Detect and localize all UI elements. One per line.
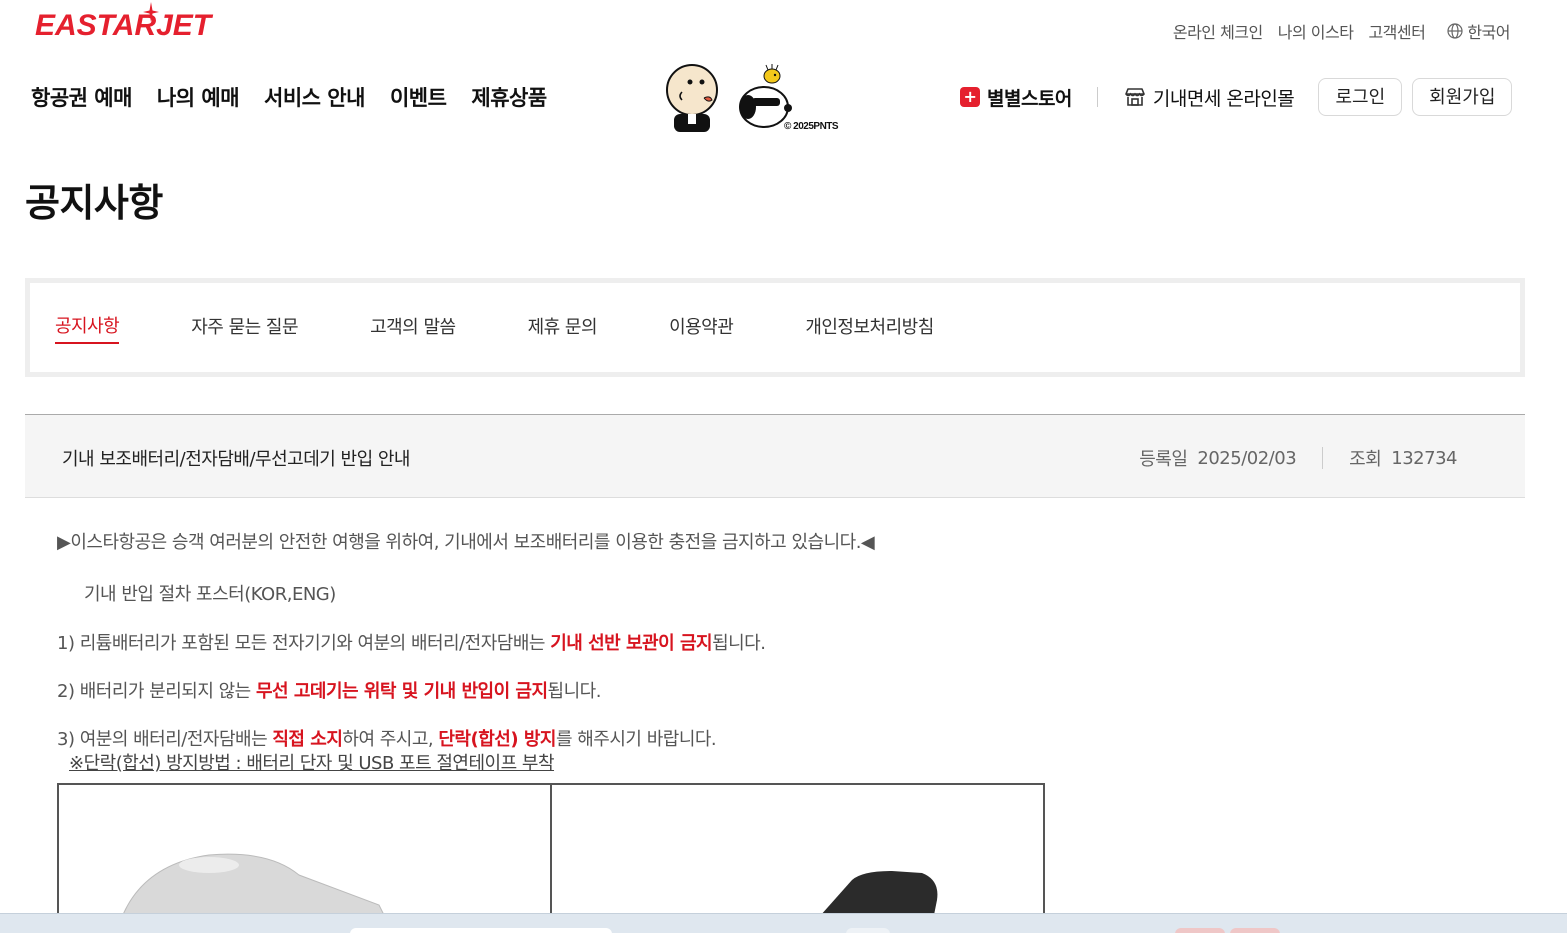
rule-item-1: 1) 리튬배터리가 포함된 모든 전자기기와 여분의 배터리/전자담배는 기내 … xyxy=(57,629,766,655)
rule-2-highlight: 무선 고데기는 위탁 및 기내 반입이 금지 xyxy=(255,681,548,702)
dutyfree-mall-link[interactable]: 기내면세 온라인몰 xyxy=(1123,84,1295,111)
eastar-jet-logo[interactable]: EASTARJET xyxy=(35,2,212,46)
post-meta: 등록일 2025/02/03 조회 132734 xyxy=(1139,445,1457,471)
nav-divider xyxy=(1096,87,1098,107)
intro-text: ▶이스타항공은 승객 여러분의 안전한 여행을 위하여, 기내에서 보조배터리를… xyxy=(57,532,875,553)
util-link-my-eastar[interactable]: 나의 이스타 xyxy=(1278,19,1354,43)
star-store-label: 별별스토어 xyxy=(987,87,1072,110)
views-label: 조회 xyxy=(1349,449,1382,470)
rule-2-suffix: 됩니다. xyxy=(547,681,602,702)
taskbar-app[interactable] xyxy=(1175,928,1225,933)
mascot-copyright: © 2025PNTS xyxy=(784,121,839,132)
main-nav: 항공권 예매 나의 예매 서비스 안내 이벤트 제휴상품 xyxy=(31,82,547,112)
post-title: 기내 보조배터리/전자담배/무선고데기 반입 안내 xyxy=(62,449,411,470)
tab-privacy[interactable]: 개인정보처리방침 xyxy=(805,313,934,343)
image-cell-right xyxy=(550,785,1043,923)
post-views: 132734 xyxy=(1391,447,1457,469)
nav-item-service-info[interactable]: 서비스 안내 xyxy=(264,82,365,112)
utility-nav: 온라인 체크인 나의 이스타 고객센터 한국어 xyxy=(1173,19,1511,43)
rule-2-text: 2) 배터리가 분리되지 않는 xyxy=(57,681,256,702)
logo-text: EASTARJET xyxy=(35,9,212,42)
util-link-online-checkin[interactable]: 온라인 체크인 xyxy=(1173,19,1263,43)
star-store-link[interactable]: + 별별스토어 xyxy=(960,84,1072,111)
logo-star-icon xyxy=(143,2,159,22)
nav-item-booking[interactable]: 항공권 예매 xyxy=(31,82,132,112)
tab-customer-voice[interactable]: 고객의 말씀 xyxy=(370,313,456,343)
tab-partnership[interactable]: 제휴 문의 xyxy=(528,313,598,343)
language-selector[interactable]: 한국어 xyxy=(1447,19,1510,43)
tab-terms[interactable]: 이용약관 xyxy=(669,313,734,343)
image-cell-left xyxy=(59,785,550,923)
store-icon xyxy=(1125,88,1145,106)
dutyfree-label: 기내면세 온라인몰 xyxy=(1152,87,1295,110)
battery-tape-image xyxy=(813,871,938,923)
globe-icon xyxy=(1447,23,1463,39)
post-header: 기내 보조배터리/전자담배/무선고데기 반입 안내 등록일 2025/02/03… xyxy=(25,414,1525,498)
plus-icon: + xyxy=(960,87,980,107)
rule-3-middle: 하여 주시고, xyxy=(342,729,439,750)
short-circuit-note: ※단락(합선) 방지방법 : 배터리 단자 및 USB 포트 절연테이프 부착 xyxy=(69,753,555,774)
rule-3-highlight-b: 단락(합선) 방지 xyxy=(438,729,556,750)
util-link-customer-center[interactable]: 고객센터 xyxy=(1368,19,1425,43)
taskbar-app[interactable] xyxy=(846,928,890,933)
rule-1-suffix: 됩니다. xyxy=(712,633,766,654)
os-taskbar xyxy=(0,913,1567,933)
date-label: 등록일 xyxy=(1139,449,1188,470)
battery-image-table xyxy=(57,783,1045,923)
meta-divider xyxy=(1322,447,1324,469)
signup-button[interactable]: 회원가입 xyxy=(1412,78,1513,116)
notice-tabs: 공지사항 자주 묻는 질문 고객의 말씀 제휴 문의 이용약관 개인정보처리방침 xyxy=(25,278,1525,377)
taskbar-search[interactable] xyxy=(350,928,612,933)
poster-link[interactable]: 기내 반입 절차 포스터(KOR,ENG) xyxy=(84,580,336,606)
nav-item-event[interactable]: 이벤트 xyxy=(390,82,447,112)
rule-item-3: 3) 여분의 배터리/전자담배는 직접 소지하여 주시고, 단락(합선) 방지를… xyxy=(57,725,717,751)
rule-item-2: 2) 배터리가 분리되지 않는 무선 고데기는 위탁 및 기내 반입이 금지됩니… xyxy=(57,677,601,703)
rule-3-highlight-a: 직접 소지 xyxy=(272,729,343,750)
rule-1-highlight: 기내 선반 보관이 금지 xyxy=(550,633,713,654)
tab-faq[interactable]: 자주 묻는 질문 xyxy=(191,313,298,343)
nav-item-partner-products[interactable]: 제휴상품 xyxy=(471,82,547,112)
rule-1-text: 1) 리튬배터리가 포함된 모든 전자기기와 여분의 배터리/전자담배는 xyxy=(57,633,551,654)
page-title: 공지사항 xyxy=(25,181,163,225)
tab-notice[interactable]: 공지사항 xyxy=(55,312,120,344)
peanuts-mascot-illustration[interactable]: © 2025PNTS xyxy=(664,62,854,134)
power-bank-image xyxy=(119,853,389,923)
taskbar-app[interactable] xyxy=(1230,928,1280,933)
header-right-nav: + 별별스토어 기내면세 온라인몰 로그인 회원가입 xyxy=(960,78,1513,116)
language-label: 한국어 xyxy=(1467,23,1510,42)
login-button[interactable]: 로그인 xyxy=(1318,78,1403,116)
rule-3-text: 3) 여분의 배터리/전자담배는 xyxy=(57,729,273,750)
nav-item-my-booking[interactable]: 나의 예매 xyxy=(157,82,240,112)
rule-3-suffix: 를 해주시기 바랍니다. xyxy=(555,729,717,750)
post-date: 2025/02/03 xyxy=(1197,447,1297,469)
